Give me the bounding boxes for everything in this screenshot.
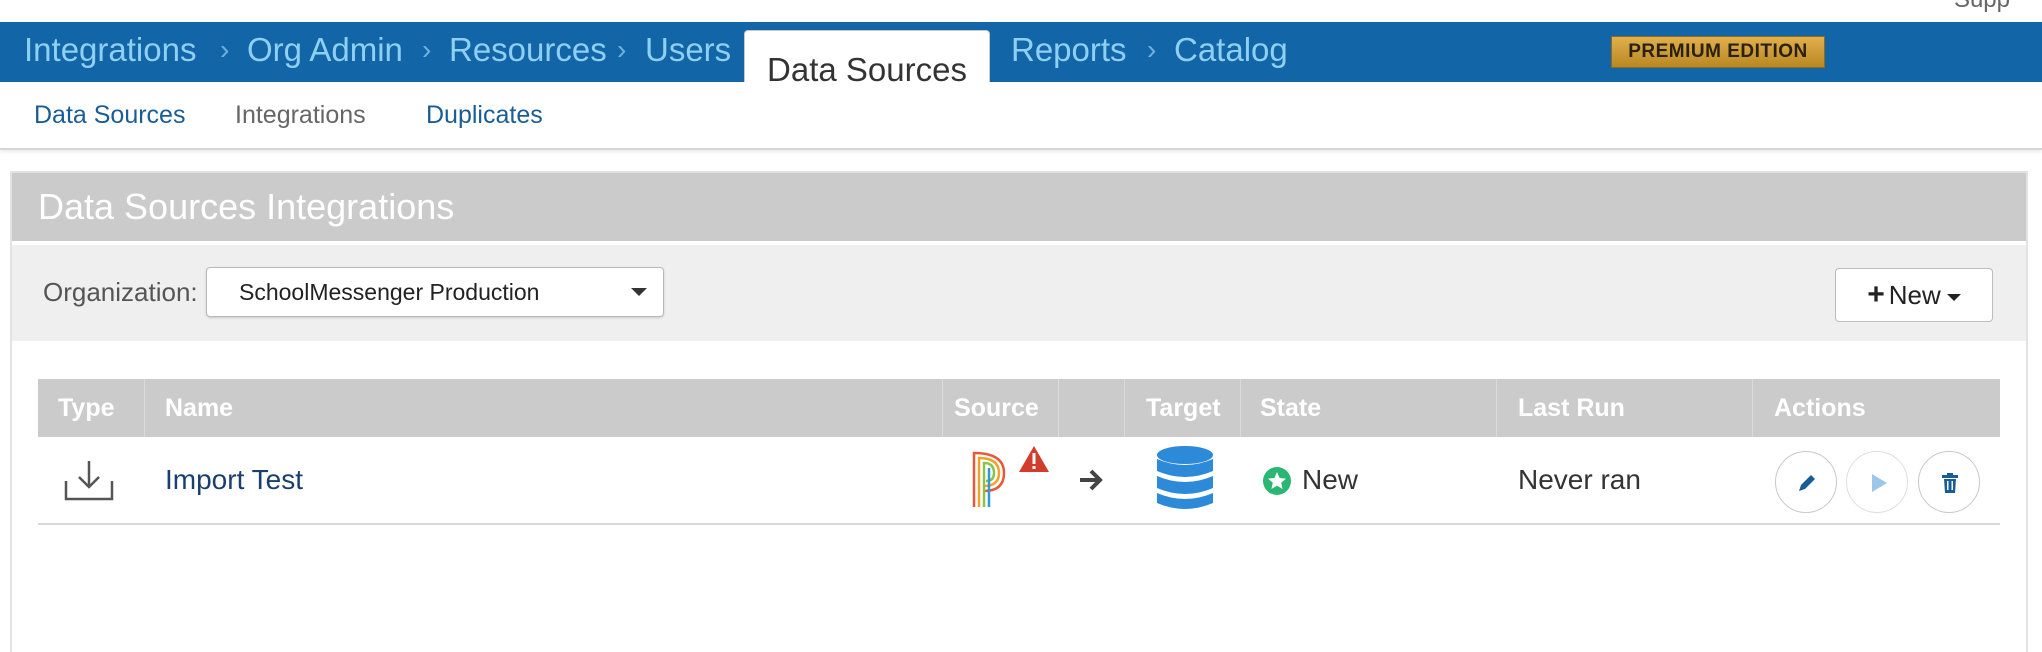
column-header-target[interactable]: Target	[1146, 379, 1221, 437]
filter-bar: Organization: SchoolMessenger Production…	[12, 245, 2026, 341]
organization-select-value: SchoolMessenger Production	[239, 279, 540, 305]
subnav-duplicates[interactable]: Duplicates	[426, 82, 543, 148]
column-header-state[interactable]: State	[1260, 379, 1321, 437]
caret-down-icon	[1946, 293, 1961, 301]
table-header: Type Name Source Target State Last Run A…	[38, 379, 2000, 437]
state-label: New	[1302, 464, 1359, 495]
breadcrumb-separator: ›	[617, 34, 627, 65]
breadcrumb-separator: ›	[1147, 34, 1157, 65]
new-button-label: New	[1888, 280, 1941, 310]
caret-down-icon	[631, 288, 647, 296]
top-strip: Supp	[0, 0, 2042, 22]
last-run-label: Never ran	[1518, 464, 1641, 495]
column-header-source[interactable]: Source	[954, 379, 1039, 437]
breadcrumb-separator: ›	[422, 34, 432, 65]
database-icon	[1155, 445, 1215, 518]
main-navigation: Integrations › Org Admin › Resources › U…	[0, 22, 2042, 104]
arrow-right-icon	[1078, 467, 1104, 498]
edit-button[interactable]	[1775, 451, 1837, 513]
sub-navigation: Data Sources Integrations Duplicates	[0, 82, 2042, 150]
new-button[interactable]: + New	[1835, 268, 1993, 322]
column-header-type[interactable]: Type	[58, 379, 115, 437]
support-link[interactable]: Supp	[1954, 0, 2010, 14]
warning-icon	[1018, 445, 1050, 478]
integration-name-link[interactable]: Import Test	[165, 437, 303, 523]
nav-integrations[interactable]: Integrations	[24, 22, 196, 82]
nav-users[interactable]: Users	[645, 22, 731, 82]
breadcrumb-separator: ›	[220, 34, 230, 65]
download-icon	[63, 459, 115, 508]
delete-button[interactable]	[1918, 451, 1980, 513]
subnav-integrations[interactable]: Integrations	[235, 82, 366, 148]
nav-org-admin[interactable]: Org Admin	[247, 22, 403, 82]
nav-catalog[interactable]: Catalog	[1174, 22, 1288, 82]
column-header-last-run[interactable]: Last Run	[1518, 379, 1625, 437]
panel-header: Data Sources Integrations	[12, 173, 2026, 241]
powerschool-logo	[970, 447, 1016, 516]
run-button[interactable]	[1846, 451, 1908, 513]
premium-edition-badge: PREMIUM EDITION	[1611, 36, 1825, 68]
table-row[interactable]: Import Test New Never ran	[38, 437, 2000, 525]
nav-resources[interactable]: Resources	[449, 22, 607, 82]
plus-icon: +	[1867, 278, 1885, 311]
organization-select[interactable]: SchoolMessenger Production	[206, 267, 664, 317]
integrations-panel: Data Sources Integrations Organization: …	[10, 171, 2028, 652]
star-circle-icon	[1262, 466, 1292, 501]
nav-reports[interactable]: Reports	[1011, 22, 1127, 82]
panel-title: Data Sources Integrations	[38, 186, 455, 227]
column-header-actions: Actions	[1774, 394, 1866, 422]
organization-label: Organization:	[43, 277, 198, 307]
column-header-name[interactable]: Name	[165, 379, 233, 437]
subnav-data-sources[interactable]: Data Sources	[34, 82, 185, 148]
